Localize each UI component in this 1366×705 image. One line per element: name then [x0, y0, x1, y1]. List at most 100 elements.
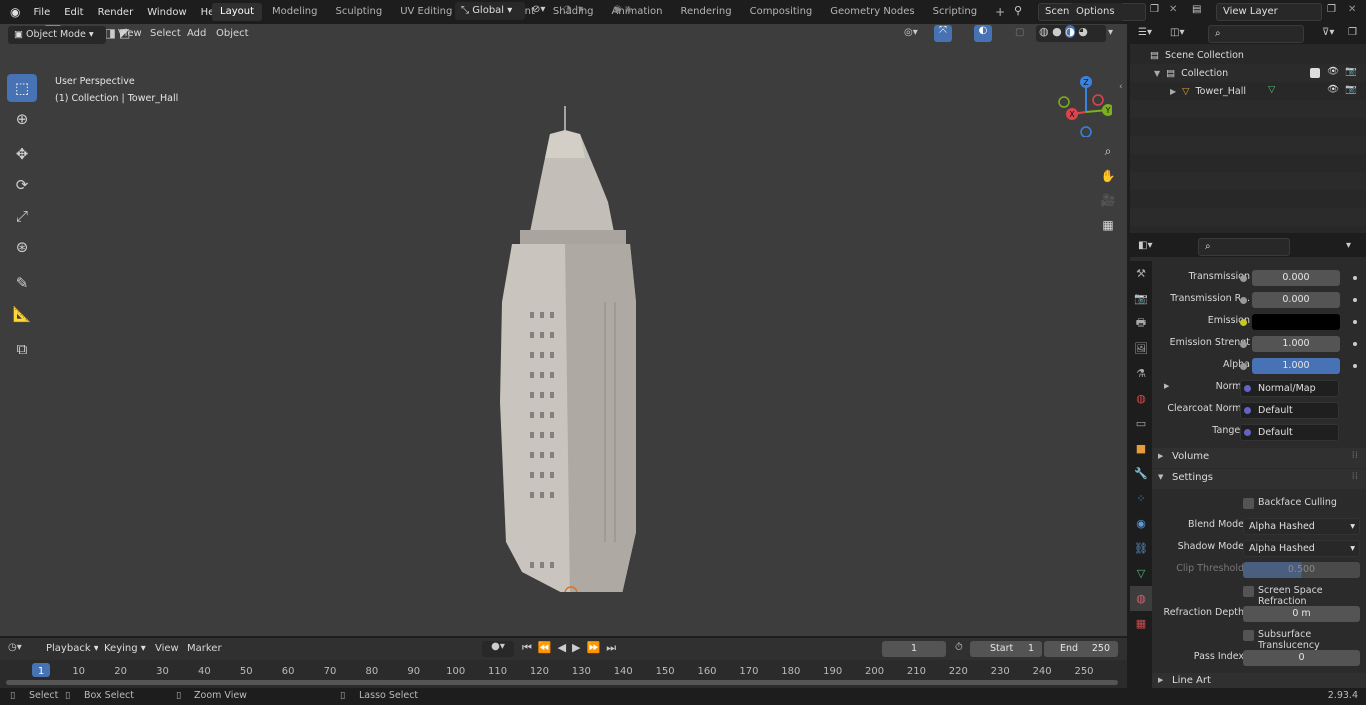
tower-hall-model[interactable] — [490, 102, 650, 592]
add-cube-tool-icon[interactable]: ⧉ — [7, 335, 37, 363]
shading-modes[interactable]: ◍ ● ◑ ◕ — [1036, 25, 1106, 42]
object-expand-icon[interactable]: ▶ — [1170, 87, 1176, 96]
alpha-keyframe-dot[interactable] — [1353, 364, 1357, 368]
collection-camera-icon[interactable]: 📷 — [1345, 66, 1357, 77]
close-scene-icon[interactable]: ✕ — [1169, 4, 1177, 15]
keying-dropdown[interactable]: Keying ▾ — [98, 640, 152, 658]
new-scene-icon[interactable]: ❐ — [1150, 4, 1159, 15]
move-tool-icon[interactable]: ✥ — [7, 140, 37, 168]
3d-viewport[interactable]: User Perspective (1) Collection | Tower_… — [0, 44, 1127, 636]
object-mode-dropdown[interactable]: ▣ Object Mode ▾ — [8, 26, 106, 44]
transform-tool-icon[interactable]: ⊛ — [7, 233, 37, 261]
volume-drag-handle-icon[interactable]: ⁞⁞ — [1352, 450, 1358, 461]
overlay-toggle-icon[interactable]: ◐ — [974, 25, 992, 42]
emission-keyframe-dot[interactable] — [1353, 320, 1357, 324]
blend-mode-dropdown[interactable]: Alpha Hashed ▾ — [1243, 518, 1360, 535]
timeline-scrollbar[interactable] — [6, 680, 1118, 685]
backface-culling-checkbox[interactable] — [1243, 498, 1254, 509]
transmission-r-socket[interactable] — [1240, 297, 1247, 304]
scene-icon[interactable]: ⚲ — [1014, 4, 1022, 17]
tab-scripting[interactable]: Scripting — [925, 3, 985, 21]
collection-eye-icon[interactable]: 👁 — [1327, 66, 1339, 77]
collection-tab-icon[interactable]: ▭ — [1130, 411, 1152, 436]
xray-icon[interactable]: ▢ — [1015, 27, 1024, 38]
blender-logo-icon[interactable]: ◉ — [4, 5, 26, 19]
rotate-tool-icon[interactable]: ⟳ — [7, 171, 37, 199]
gizmo-toggle-icon[interactable]: ⤧ — [934, 25, 952, 42]
scale-tool-icon[interactable]: ⤢ — [7, 202, 37, 230]
properties-type-icon[interactable]: ◧▾ — [1138, 240, 1152, 251]
emission-strength-keyframe-dot[interactable] — [1353, 342, 1357, 346]
emission-strength-field[interactable]: 1.000 — [1252, 336, 1340, 352]
outliner-search-input[interactable]: ⌕ — [1208, 25, 1304, 43]
transmission-r-keyframe-dot[interactable] — [1353, 298, 1357, 302]
tab-geometry-nodes[interactable]: Geometry Nodes — [822, 3, 922, 21]
pivot-icon[interactable]: ⊘▾ — [532, 4, 545, 15]
object-tab-icon[interactable]: ■ — [1130, 436, 1152, 461]
particles-tab-icon[interactable]: ⁘ — [1130, 486, 1152, 511]
ortho-grid-icon[interactable]: ▦ — [1097, 214, 1119, 236]
normal-expand-icon[interactable]: ▶ — [1164, 382, 1169, 390]
measure-tool-icon[interactable]: 📐 — [7, 300, 37, 328]
tab-compositing[interactable]: Compositing — [742, 3, 821, 21]
playback-dropdown[interactable]: Playback ▾ — [40, 640, 105, 658]
normal-input-field[interactable]: Normal/Map — [1240, 380, 1339, 397]
alpha-field[interactable]: 1.000 — [1252, 358, 1340, 374]
emission-socket[interactable] — [1240, 319, 1247, 326]
volume-panel-header[interactable]: ▶ Volume ⁞⁞ — [1152, 448, 1366, 468]
tangent-field[interactable]: Default — [1240, 424, 1339, 441]
view-layer-tab-icon[interactable]: 🖼 — [1130, 336, 1152, 361]
world-tab-icon[interactable]: ◍ — [1130, 386, 1152, 411]
collection-expand-icon[interactable]: ▼ — [1154, 69, 1160, 78]
collapse-arrow-icon[interactable]: ‹ — [1119, 82, 1123, 92]
tab-layout[interactable]: Layout — [212, 3, 262, 21]
pass-index-field[interactable]: 0 — [1243, 650, 1360, 666]
settings-drag-handle-icon[interactable]: ⁞⁞ — [1352, 471, 1358, 482]
refraction-depth-field[interactable]: 0 m — [1243, 606, 1360, 622]
emission-color-swatch[interactable] — [1252, 314, 1340, 330]
outliner-row-tower-hall[interactable]: ▶ ▽ Tower_Hall ▽ 👁 📷 — [1130, 82, 1366, 100]
proportional-edit-icon[interactable]: ◉ ∧ — [613, 4, 632, 15]
timeline-marker-menu[interactable]: Marker — [187, 643, 222, 654]
cursor-tool-icon[interactable]: ⊕ — [7, 105, 37, 133]
outliner-type-icon[interactable]: ☰▾ — [1138, 27, 1152, 38]
view-layer-field[interactable]: View Layer — [1216, 3, 1322, 21]
camera-view-icon[interactable]: 🎥 — [1097, 189, 1119, 211]
output-tab-icon[interactable]: 🖶 — [1130, 311, 1152, 336]
alpha-socket[interactable] — [1240, 363, 1247, 370]
normal-socket[interactable] — [1244, 385, 1251, 392]
new-collection-icon[interactable]: ❐ — [1348, 27, 1357, 38]
end-frame-field[interactable]: End 250 — [1044, 641, 1118, 657]
navigation-gizmo[interactable]: Z Y X — [1052, 72, 1112, 137]
object-eye-icon[interactable]: 👁 — [1327, 84, 1339, 95]
transmission-socket[interactable] — [1240, 275, 1247, 282]
data-tab-icon[interactable]: ▽ — [1130, 561, 1152, 586]
render-tab-icon[interactable]: 📷 — [1130, 286, 1152, 311]
shading-dropdown-icon[interactable]: ▾ — [1108, 27, 1113, 38]
subsurface-checkbox[interactable] — [1243, 630, 1254, 641]
visibility-icon[interactable]: ◎▾ — [904, 27, 918, 38]
options-dropdown[interactable]: Options ▾ — [1070, 3, 1124, 35]
clip-threshold-field[interactable]: 0.500 — [1243, 562, 1360, 578]
filter-icon[interactable]: ⊽▾ — [1322, 27, 1334, 38]
tab-rendering[interactable]: Rendering — [673, 3, 740, 21]
menu-edit[interactable]: Edit — [57, 7, 90, 18]
annotate-tool-icon[interactable]: ✎ — [7, 269, 37, 297]
current-frame-field[interactable]: 1 — [882, 641, 946, 657]
select-menu[interactable]: Select — [150, 28, 181, 39]
add-menu[interactable]: Add — [187, 28, 206, 39]
tangent-socket[interactable] — [1244, 429, 1251, 436]
add-workspace-button[interactable]: + — [987, 3, 1013, 21]
scene-tab-icon[interactable]: ⚗ — [1130, 361, 1152, 386]
outliner-row-scene-collection[interactable]: ▤ Scene Collection — [1130, 46, 1366, 64]
properties-search-input[interactable]: ⌕ — [1198, 238, 1290, 256]
record-icon[interactable]: ●▾ — [482, 641, 514, 657]
preview-range-icon[interactable]: ⏱ — [955, 642, 963, 653]
timeline-view-menu[interactable]: View — [155, 643, 179, 654]
zoom-icon[interactable]: ⌕ — [1097, 140, 1119, 162]
object-camera-icon[interactable]: 📷 — [1345, 84, 1357, 95]
properties-options-icon[interactable]: ▾ — [1346, 240, 1351, 251]
physics-tab-icon[interactable]: ◉ — [1130, 511, 1152, 536]
line-art-panel-header[interactable]: ▶ Line Art — [1152, 673, 1366, 689]
select-box-tool-icon[interactable]: ⬚ — [7, 74, 37, 102]
